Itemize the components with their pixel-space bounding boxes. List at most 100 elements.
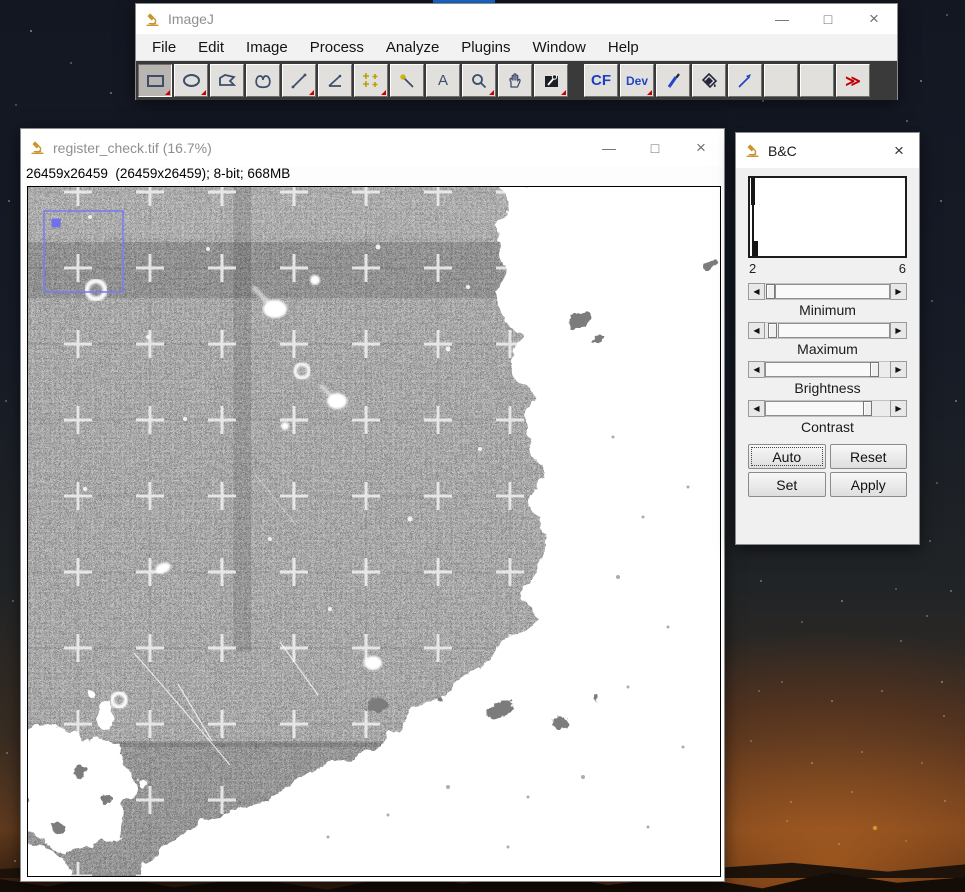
line-icon [291, 73, 307, 89]
menu-edit[interactable]: Edit [187, 39, 235, 56]
cf-plugin-icon: CF [591, 72, 611, 89]
tool-polygon[interactable] [210, 64, 244, 97]
tool-options-arrow-icon [201, 90, 206, 95]
set-button[interactable]: Set [748, 472, 826, 497]
menu-plugins[interactable]: Plugins [450, 39, 521, 56]
image-canvas[interactable] [28, 187, 720, 876]
slider-left-arrow-icon[interactable]: ◀ [748, 322, 765, 339]
arrow-icon [737, 73, 753, 89]
brush-icon [665, 73, 681, 89]
imagej-file-icon [745, 143, 760, 158]
bc-titlebar[interactable]: B&C × [736, 133, 919, 168]
tool-dev[interactable]: Dev [620, 64, 654, 97]
maximum-label: Maximum [748, 341, 907, 357]
histogram-spike [754, 241, 758, 256]
close-button[interactable]: × [851, 4, 897, 34]
wand-icon [399, 73, 415, 89]
tool-angle[interactable] [318, 64, 352, 97]
auto-button[interactable]: Auto [748, 444, 826, 469]
brightness-slider[interactable]: ◀ ▶ [748, 361, 907, 378]
menu-window[interactable]: Window [522, 39, 597, 56]
tool-text[interactable]: A [426, 64, 460, 97]
slider-thumb[interactable] [766, 284, 775, 299]
image-info-line: 26459x26459 (26459x26459); 8-bit; 668MB [21, 166, 724, 186]
slider-left-arrow-icon[interactable]: ◀ [748, 361, 765, 378]
tool-zoom[interactable] [462, 64, 496, 97]
polygon-icon [218, 73, 236, 89]
tool-color-picker[interactable] [534, 64, 568, 97]
imagej-main-window: ImageJ — □ × File Edit Image Process Ana… [135, 3, 898, 100]
tool-more[interactable]: ≫ [836, 64, 870, 97]
histogram-spike [751, 178, 755, 205]
slider-thumb[interactable] [768, 323, 777, 338]
minimize-button[interactable]: — [586, 129, 632, 166]
dropper-icon [543, 72, 560, 89]
roi-point-marker[interactable] [52, 219, 61, 228]
image-canvas-frame [27, 186, 721, 877]
slider-left-arrow-icon[interactable]: ◀ [748, 400, 765, 417]
slider-thumb[interactable] [870, 362, 879, 377]
maximize-button[interactable]: □ [805, 4, 851, 34]
tool-rectangle[interactable] [138, 64, 172, 97]
tool-options-arrow-icon [647, 90, 652, 95]
tool-point[interactable] [354, 64, 388, 97]
tool-cf[interactable]: CF [584, 64, 618, 97]
more-tools-icon: ≫ [845, 72, 861, 90]
apply-button[interactable]: Apply [830, 472, 908, 497]
tool-options-arrow-icon [489, 90, 494, 95]
tool-freehand[interactable] [246, 64, 280, 97]
menu-bar: File Edit Image Process Analyze Plugins … [136, 34, 897, 61]
paint-bucket-icon [701, 73, 718, 89]
image-window: register_check.tif (16.7%) — □ × 26459x2… [20, 128, 725, 882]
text-tool-icon: A [438, 72, 448, 89]
imagej-titlebar[interactable]: ImageJ — □ × [136, 4, 897, 34]
slider-thumb[interactable] [863, 401, 872, 416]
close-button[interactable]: × [879, 133, 919, 168]
contrast-slider[interactable]: ◀ ▶ [748, 400, 907, 417]
freehand-icon [254, 73, 272, 89]
menu-file[interactable]: File [141, 39, 187, 56]
menu-process[interactable]: Process [299, 39, 375, 56]
slider-right-arrow-icon[interactable]: ▶ [890, 322, 907, 339]
tool-hand[interactable] [498, 64, 532, 97]
maximum-slider[interactable]: ◀ ▶ [748, 322, 907, 339]
dev-plugin-icon: Dev [626, 74, 648, 88]
histogram [748, 176, 907, 258]
tool-wand[interactable] [390, 64, 424, 97]
slider-right-arrow-icon[interactable]: ▶ [890, 283, 907, 300]
tool-options-arrow-icon [561, 90, 566, 95]
tool-oval[interactable] [174, 64, 208, 97]
tool-arrow[interactable] [728, 64, 762, 97]
tool-fill[interactable] [692, 64, 726, 97]
close-button[interactable]: × [678, 129, 724, 166]
window-title: ImageJ [168, 11, 214, 27]
tool-empty-1[interactable] [764, 64, 798, 97]
brightness-label: Brightness [748, 380, 907, 396]
image-window-title: register_check.tif (16.7%) [53, 140, 212, 156]
imagej-logo-icon [145, 12, 160, 27]
menu-help[interactable]: Help [597, 39, 650, 56]
rectangle-icon [147, 75, 164, 87]
tool-options-arrow-icon [309, 90, 314, 95]
brightness-contrast-window: B&C × 2 6 ◀ ▶ Minimum ◀ [735, 132, 920, 545]
minimum-slider[interactable]: ◀ ▶ [748, 283, 907, 300]
histogram-max-label: 6 [899, 261, 906, 276]
star-field [0, 0, 2, 2]
tool-line[interactable] [282, 64, 316, 97]
minimize-button[interactable]: — [759, 4, 805, 34]
tool-brush[interactable] [656, 64, 690, 97]
image-window-titlebar[interactable]: register_check.tif (16.7%) — □ × [21, 129, 724, 166]
slider-left-arrow-icon[interactable]: ◀ [748, 283, 765, 300]
multipoint-icon [362, 72, 380, 89]
hand-icon [507, 72, 523, 89]
maximize-button[interactable]: □ [632, 129, 678, 166]
bc-window-title: B&C [768, 143, 797, 159]
contrast-label: Contrast [748, 419, 907, 435]
reset-button[interactable]: Reset [830, 444, 908, 469]
slider-right-arrow-icon[interactable]: ▶ [890, 361, 907, 378]
menu-image[interactable]: Image [235, 39, 299, 56]
tool-options-arrow-icon [165, 90, 170, 95]
tool-empty-2[interactable] [800, 64, 834, 97]
slider-right-arrow-icon[interactable]: ▶ [890, 400, 907, 417]
menu-analyze[interactable]: Analyze [375, 39, 450, 56]
